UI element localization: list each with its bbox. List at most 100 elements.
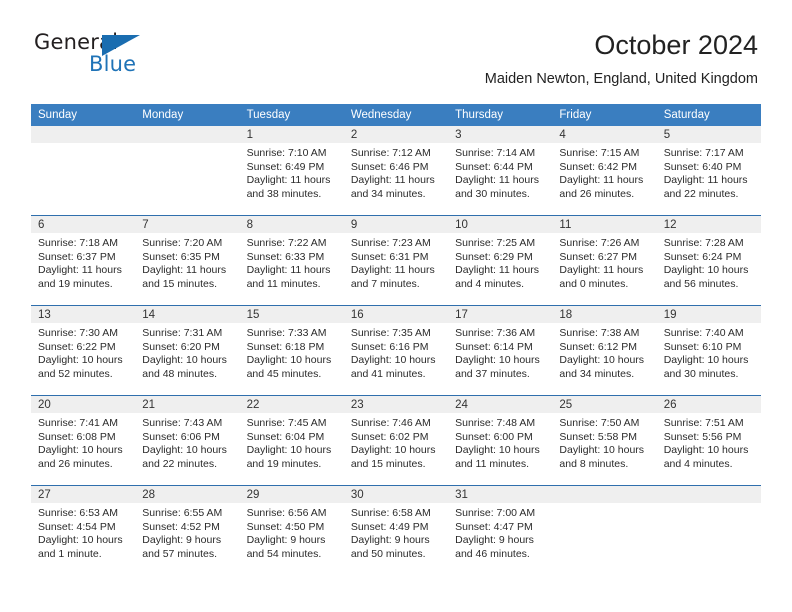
calendar-day-cell[interactable]: 29 Sunrise: 6:56 AM Sunset: 4:50 PM Dayligh… (239, 486, 344, 576)
calendar-day-cell[interactable]: 12 Sunrise: 7:28 AM Sunset: 6:24 PM Dayligh… (656, 215, 761, 306)
sunset-text: Sunset: 6:33 PM (246, 250, 325, 263)
day-cell-details: Sunrise: 7:30 AM Sunset: 6:22 PM Daylight:… (31, 323, 135, 381)
calendar-day-cell[interactable]: 10 Sunrise: 7:25 AM Sunset: 6:29 PM Dayligh… (448, 215, 553, 306)
sunset-text: Sunset: 6:49 PM (246, 160, 325, 173)
sunrise-text: Sunrise: 7:48 AM (455, 417, 536, 429)
sunrise-text: Sunrise: 7:45 AM (246, 417, 327, 429)
day-number (135, 126, 240, 143)
day-cell-content: 8 Sunrise: 7:22 AM Sunset: 6:33 PM Daylight… (239, 216, 344, 305)
day-cell-details: Sunrise: 7:20 AM Sunset: 6:35 PM Daylight:… (135, 233, 239, 291)
sunset-text: Sunset: 4:49 PM (350, 520, 429, 533)
day-number: 22 (239, 396, 344, 413)
sunset-text: Sunset: 6:31 PM (350, 250, 429, 263)
daylight-text: Daylight: 10 hours and 30 minutes. (663, 354, 749, 380)
calendar-day-cell[interactable]: 25 Sunrise: 7:50 AM Sunset: 5:58 PM Dayligh… (552, 395, 657, 486)
calendar-day-cell[interactable]: 4 Sunrise: 7:15 AM Sunset: 6:42 PM Daylight… (552, 126, 657, 216)
sunrise-text: Sunrise: 7:41 AM (38, 417, 118, 429)
daylight-text: Daylight: 11 hours and 38 minutes. (246, 174, 331, 200)
page-title: October 2024 (594, 30, 758, 60)
sunrise-text: Sunrise: 6:56 AM (246, 507, 327, 519)
sunset-text: Sunset: 6:35 PM (142, 250, 220, 263)
calendar-day-cell[interactable]: 17 Sunrise: 7:36 AM Sunset: 6:14 PM Dayligh… (448, 305, 553, 396)
calendar-day-cell[interactable]: 24 Sunrise: 7:48 AM Sunset: 6:00 PM Dayligh… (448, 395, 553, 486)
day-cell-details: Sunrise: 7:10 AM Sunset: 6:49 PM Daylight:… (240, 143, 344, 201)
day-cell-content: 14 Sunrise: 7:31 AM Sunset: 6:20 PM Dayligh… (135, 306, 240, 395)
calendar-day-cell[interactable]: 5 Sunrise: 7:17 AM Sunset: 6:40 PM Daylight… (656, 126, 761, 216)
day-cell-details: Sunrise: 7:46 AM Sunset: 6:02 PM Daylight:… (344, 413, 448, 471)
calendar-day-cell[interactable]: 27 Sunrise: 6:53 AM Sunset: 4:54 PM Dayligh… (31, 486, 136, 576)
calendar-day-cell[interactable]: 7 Sunrise: 7:20 AM Sunset: 6:35 PM Daylight… (135, 215, 240, 306)
daylight-text: Daylight: 10 hours and 34 minutes. (559, 354, 645, 380)
sunrise-text: Sunrise: 7:22 AM (246, 237, 327, 249)
calendar-day-cell[interactable]: 22 Sunrise: 7:45 AM Sunset: 6:04 PM Dayligh… (239, 395, 344, 486)
day-cell-details: Sunrise: 7:38 AM Sunset: 6:12 PM Daylight:… (552, 323, 656, 381)
calendar-day-cell[interactable]: 14 Sunrise: 7:31 AM Sunset: 6:20 PM Dayligh… (135, 305, 240, 396)
sunrise-text: Sunrise: 7:43 AM (142, 417, 223, 429)
weekday-header-row: Sunday Monday Tuesday Wednesday Thursday… (31, 104, 761, 126)
daylight-text: Daylight: 10 hours and 11 minutes. (455, 444, 540, 470)
sunrise-text: Sunrise: 7:10 AM (246, 147, 327, 159)
calendar-day-cell[interactable]: 2 Sunrise: 7:12 AM Sunset: 6:46 PM Daylight… (343, 126, 449, 216)
day-number (656, 486, 761, 503)
calendar-day-cell[interactable]: 28 Sunrise: 6:55 AM Sunset: 4:52 PM Dayligh… (135, 486, 240, 576)
calendar-day-cell[interactable]: 16 Sunrise: 7:35 AM Sunset: 6:16 PM Dayligh… (343, 305, 449, 396)
daylight-text: Daylight: 9 hours and 57 minutes. (142, 534, 222, 560)
calendar-day-cell[interactable]: 1 Sunrise: 7:10 AM Sunset: 6:49 PM Daylight… (239, 126, 344, 216)
day-number: 28 (135, 486, 240, 503)
sunrise-text: Sunrise: 7:25 AM (455, 237, 536, 249)
day-number: 19 (656, 306, 761, 323)
daylight-text: Daylight: 11 hours and 22 minutes. (663, 174, 748, 200)
daylight-text: Daylight: 10 hours and 1 minute. (38, 534, 123, 560)
calendar-day-cell[interactable]: 6 Sunrise: 7:18 AM Sunset: 6:37 PM Daylight… (31, 215, 136, 306)
calendar-day-cell[interactable]: 31 Sunrise: 7:00 AM Sunset: 4:47 PM Dayligh… (448, 486, 553, 576)
brand-logo[interactable]: General Blue (34, 30, 254, 86)
day-cell-content: 6 Sunrise: 7:18 AM Sunset: 6:37 PM Daylight… (31, 216, 136, 305)
sunrise-text: Sunrise: 6:58 AM (350, 507, 431, 519)
calendar-day-cell (656, 486, 761, 576)
calendar-day-cell[interactable]: 19 Sunrise: 7:40 AM Sunset: 6:10 PM Dayligh… (656, 305, 761, 396)
sunrise-text: Sunrise: 7:46 AM (350, 417, 431, 429)
calendar-day-cell[interactable]: 26 Sunrise: 7:51 AM Sunset: 5:56 PM Dayligh… (656, 395, 761, 486)
day-cell-details: Sunrise: 7:22 AM Sunset: 6:33 PM Daylight:… (240, 233, 344, 291)
sunset-text: Sunset: 6:20 PM (142, 340, 220, 353)
sunset-text: Sunset: 4:47 PM (455, 520, 533, 533)
calendar-body: 1 Sunrise: 7:10 AM Sunset: 6:49 PM Daylight… (31, 126, 761, 575)
calendar-day-cell[interactable]: 9 Sunrise: 7:23 AM Sunset: 6:31 PM Daylight… (343, 215, 449, 306)
sunrise-text: Sunrise: 7:12 AM (350, 147, 431, 159)
day-cell-content (135, 126, 240, 215)
day-cell-content: 24 Sunrise: 7:48 AM Sunset: 6:00 PM Dayligh… (448, 396, 553, 485)
day-cell-details: Sunrise: 7:51 AM Sunset: 5:56 PM Daylight:… (657, 413, 761, 471)
daylight-text: Daylight: 11 hours and 0 minutes. (559, 264, 644, 290)
day-cell-content (656, 486, 761, 575)
daylight-text: Daylight: 10 hours and 41 minutes. (350, 354, 436, 380)
calendar-week-row: 1 Sunrise: 7:10 AM Sunset: 6:49 PM Daylight… (31, 126, 761, 216)
day-number (31, 126, 136, 143)
sunrise-text: Sunrise: 7:15 AM (559, 147, 640, 159)
day-number: 7 (135, 216, 240, 233)
day-cell-details: Sunrise: 7:14 AM Sunset: 6:44 PM Daylight:… (448, 143, 552, 201)
daylight-text: Daylight: 10 hours and 19 minutes. (246, 444, 332, 470)
sunrise-text: Sunrise: 7:23 AM (350, 237, 431, 249)
day-cell-details: Sunrise: 6:55 AM Sunset: 4:52 PM Daylight:… (135, 503, 239, 561)
sunset-text: Sunset: 6:04 PM (246, 430, 325, 443)
calendar-day-cell[interactable]: 18 Sunrise: 7:38 AM Sunset: 6:12 PM Dayligh… (552, 305, 657, 396)
calendar-day-cell[interactable]: 23 Sunrise: 7:46 AM Sunset: 6:02 PM Dayligh… (343, 395, 449, 486)
calendar-day-cell[interactable]: 3 Sunrise: 7:14 AM Sunset: 6:44 PM Daylight… (448, 126, 553, 216)
calendar-day-cell[interactable]: 30 Sunrise: 6:58 AM Sunset: 4:49 PM Dayligh… (343, 486, 449, 576)
calendar-day-cell[interactable]: 8 Sunrise: 7:22 AM Sunset: 6:33 PM Daylight… (239, 215, 344, 306)
day-cell-details: Sunrise: 7:25 AM Sunset: 6:29 PM Daylight:… (448, 233, 552, 291)
sunset-text: Sunset: 6:42 PM (559, 160, 638, 173)
weekday-header-thursday: Thursday (448, 104, 553, 126)
calendar-day-cell[interactable]: 15 Sunrise: 7:33 AM Sunset: 6:18 PM Dayligh… (239, 305, 344, 396)
day-cell-details: Sunrise: 7:33 AM Sunset: 6:18 PM Daylight:… (240, 323, 344, 381)
location-subtitle: Maiden Newton, England, United Kingdom (484, 71, 758, 87)
calendar-day-cell[interactable]: 21 Sunrise: 7:43 AM Sunset: 6:06 PM Dayligh… (135, 395, 240, 486)
calendar-day-cell[interactable]: 11 Sunrise: 7:26 AM Sunset: 6:27 PM Dayligh… (552, 215, 657, 306)
calendar-day-cell[interactable]: 20 Sunrise: 7:41 AM Sunset: 6:08 PM Dayligh… (31, 395, 136, 486)
day-cell-content: 31 Sunrise: 7:00 AM Sunset: 4:47 PM Dayligh… (448, 486, 553, 575)
day-number: 4 (552, 126, 657, 143)
day-cell-details: Sunrise: 7:17 AM Sunset: 6:40 PM Daylight:… (657, 143, 761, 201)
calendar-day-cell[interactable]: 13 Sunrise: 7:30 AM Sunset: 6:22 PM Dayligh… (31, 305, 136, 396)
day-number: 3 (448, 126, 553, 143)
day-number: 18 (552, 306, 657, 323)
